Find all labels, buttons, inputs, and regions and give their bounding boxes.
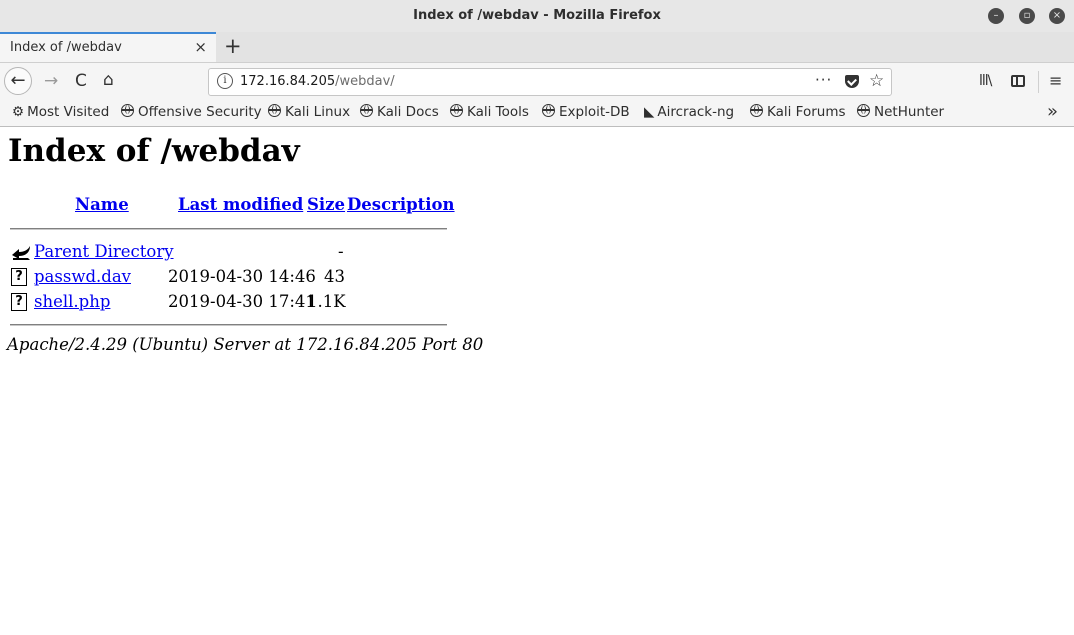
back-arrow-icon	[12, 246, 30, 260]
library-icon[interactable]: lll\	[979, 73, 992, 89]
home-button[interactable]: ⌂	[103, 70, 114, 90]
globe-icon	[542, 104, 555, 117]
pocket-icon[interactable]	[845, 75, 859, 88]
column-header-name[interactable]: Name	[75, 195, 129, 214]
hamburger-menu-icon[interactable]: ≡	[1049, 71, 1062, 90]
unknown-file-icon: ?	[11, 268, 27, 286]
bookmark-label: Kali Linux	[285, 104, 351, 120]
globe-icon	[268, 104, 281, 117]
bookmark-label: Kali Tools	[467, 104, 529, 120]
bookmark-kali-tools[interactable]: Kali Tools	[450, 104, 529, 120]
new-tab-button[interactable]: +	[224, 33, 242, 59]
column-header-last-modified[interactable]: Last modified	[178, 195, 303, 214]
bookmark-offensive-security[interactable]: Offensive Security	[121, 104, 262, 120]
navigation-toolbar: ← → C ⌂ i 172.16.84.205/webdav/ ··· ☆ ll…	[0, 63, 1074, 101]
globe-icon	[360, 104, 373, 117]
window-title: Index of /webdav - Mozilla Firefox	[413, 8, 661, 23]
site-info-icon[interactable]: i	[217, 73, 233, 89]
globe-icon	[857, 104, 870, 117]
row-link-passwd-dav[interactable]: passwd.dav	[34, 267, 131, 286]
tab-close-icon[interactable]: ×	[194, 38, 207, 56]
sidebar-icon[interactable]	[1011, 75, 1025, 87]
window-titlebar: Index of /webdav - Mozilla Firefox – ▫ ×	[0, 0, 1074, 32]
bookmark-label: Exploit-DB	[559, 104, 630, 120]
maximize-icon[interactable]: ▫	[1019, 8, 1035, 24]
url-bar[interactable]: i 172.16.84.205/webdav/ ··· ☆	[208, 68, 892, 96]
column-header-size[interactable]: Size	[307, 195, 345, 214]
row-modified: 2019-04-30 14:46	[168, 267, 316, 286]
bookmark-kali-linux[interactable]: Kali Linux	[268, 104, 350, 120]
footer-divider	[10, 324, 447, 326]
bookmark-label: NetHunter	[874, 104, 945, 120]
toolbar-divider	[1038, 71, 1039, 93]
row-link-parent-directory[interactable]: Parent Directory	[34, 242, 174, 261]
tab-label: Index of /webdav	[10, 40, 122, 55]
row-size: 43	[324, 267, 345, 286]
globe-icon	[121, 104, 134, 117]
bookmark-label: Aircrack-ng	[657, 104, 735, 120]
row-size: -	[338, 242, 344, 261]
bookmark-nethunter[interactable]: NetHunter	[857, 104, 944, 120]
forward-button[interactable]: →	[44, 71, 58, 91]
close-icon[interactable]: ×	[1049, 8, 1065, 24]
bookmarks-toolbar: ⚙ Most Visited Offensive Security Kali Li…	[0, 101, 1074, 127]
page-heading: Index of /webdav	[8, 133, 300, 169]
aircrack-icon: ◣	[644, 104, 655, 120]
tab-strip: Index of /webdav × +	[0, 32, 1074, 63]
header-divider	[10, 228, 447, 230]
bookmark-kali-forums[interactable]: Kali Forums	[750, 104, 846, 120]
bookmark-exploit-db[interactable]: Exploit-DB	[542, 104, 630, 120]
bookmark-most-visited[interactable]: ⚙ Most Visited	[12, 104, 109, 120]
gear-icon: ⚙	[12, 104, 25, 120]
bookmark-label: Kali Docs	[377, 104, 439, 120]
url-path: /webdav/	[335, 74, 395, 89]
url-text[interactable]: 172.16.84.205/webdav/	[240, 74, 395, 89]
page-content: Index of /webdav Name Last modified Size…	[0, 127, 1074, 635]
minimize-icon[interactable]: –	[988, 8, 1004, 24]
back-button[interactable]: ←	[4, 67, 32, 95]
bookmark-label: Most Visited	[27, 104, 110, 120]
globe-icon	[750, 104, 763, 117]
unknown-file-icon: ?	[11, 293, 27, 311]
bookmark-label: Kali Forums	[767, 104, 846, 120]
bookmark-label: Offensive Security	[138, 104, 262, 120]
row-link-shell-php[interactable]: shell.php	[34, 292, 110, 311]
column-header-description[interactable]: Description	[347, 195, 455, 214]
bookmark-kali-docs[interactable]: Kali Docs	[360, 104, 439, 120]
bookmark-star-icon[interactable]: ☆	[869, 71, 884, 91]
globe-icon	[450, 104, 463, 117]
url-host: 172.16.84.205	[240, 74, 336, 89]
row-modified: 2019-04-30 17:41	[168, 292, 316, 311]
bookmarks-overflow-icon[interactable]: »	[1047, 101, 1058, 122]
bookmark-aircrack-ng[interactable]: ◣ Aircrack-ng	[644, 104, 734, 120]
row-size: 1.1K	[307, 292, 346, 311]
tab-webdav[interactable]: Index of /webdav ×	[0, 32, 216, 62]
reload-button[interactable]: C	[75, 71, 87, 91]
page-actions-icon[interactable]: ···	[815, 71, 832, 89]
server-signature: Apache/2.4.29 (Ubuntu) Server at 172.16.…	[7, 335, 484, 354]
